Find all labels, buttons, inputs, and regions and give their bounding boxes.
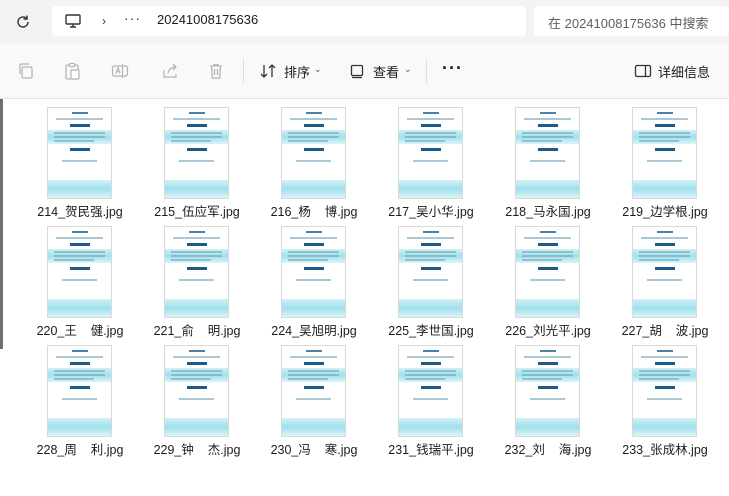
copy-icon: [19, 63, 33, 79]
details-pane-icon: [634, 64, 652, 78]
rename-icon: [111, 64, 129, 78]
breadcrumb-separator: ›: [102, 14, 106, 28]
image-thumbnail: [47, 345, 112, 437]
command-bar: 排序 ⌄ 查看 ⌄ ··· 详细信息: [0, 44, 729, 99]
image-thumbnail: [632, 345, 697, 437]
paste-button[interactable]: [62, 61, 82, 81]
file-item[interactable]: 232_刘 海.jpg: [490, 337, 606, 457]
details-label: 详细信息: [658, 65, 711, 80]
paste-icon: [65, 62, 80, 80]
file-name: 233_张成林.jpg: [622, 443, 708, 457]
details-pane-button[interactable]: 详细信息: [630, 44, 726, 98]
refresh-icon: [17, 15, 29, 28]
chevron-down-icon: ⌄: [404, 64, 412, 74]
delete-button[interactable]: [206, 61, 226, 81]
image-thumbnail: [398, 107, 463, 199]
share-button[interactable]: [160, 61, 180, 81]
file-item[interactable]: 233_张成林.jpg: [607, 337, 723, 457]
more-options-button[interactable]: ···: [442, 58, 463, 79]
file-item[interactable]: 230_冯 寒.jpg: [256, 337, 372, 457]
sort-icon: [260, 64, 276, 78]
copy-button[interactable]: [16, 61, 36, 81]
refresh-button[interactable]: [10, 9, 36, 35]
file-item[interactable]: 217_吴小华.jpg: [373, 99, 489, 219]
breadcrumb-current-folder[interactable]: 20241008175636: [157, 12, 258, 27]
address-bar: › ··· 20241008175636 在 20241008175636 中搜…: [0, 0, 729, 44]
share-icon: [163, 63, 177, 78]
chevron-down-icon: ⌄: [314, 64, 322, 74]
file-item[interactable]: 229_钟 杰.jpg: [139, 337, 255, 457]
file-name: 229_钟 杰.jpg: [153, 443, 241, 457]
file-name: 228_周 利.jpg: [36, 443, 124, 457]
file-item[interactable]: 231_钱瑞平.jpg: [373, 337, 489, 457]
toolbar-divider: [243, 58, 244, 84]
image-thumbnail: [632, 107, 697, 199]
image-thumbnail: [47, 226, 112, 318]
image-thumbnail: [281, 226, 346, 318]
file-item[interactable]: 226_刘光平.jpg: [490, 218, 606, 338]
image-thumbnail: [515, 345, 580, 437]
file-item[interactable]: 221_俞 明.jpg: [139, 218, 255, 338]
rename-button[interactable]: [110, 61, 130, 81]
file-item[interactable]: 227_胡 波.jpg: [607, 218, 723, 338]
image-thumbnail: [47, 107, 112, 199]
toolbar-divider: [426, 58, 427, 84]
file-item[interactable]: 220_王 健.jpg: [22, 218, 138, 338]
view-icon: [350, 64, 364, 79]
address-box[interactable]: › ··· 20241008175636: [52, 6, 526, 36]
image-thumbnail: [398, 226, 463, 318]
file-grid: 214_贺民强.jpg 215_伍应军.jpg 216_杨 博.jpg 217_吴小华…: [0, 99, 729, 496]
image-thumbnail: [281, 107, 346, 199]
view-label: 查看: [373, 65, 400, 80]
breadcrumb-overflow-button[interactable]: ···: [124, 10, 141, 26]
file-item[interactable]: 214_贺民强.jpg: [22, 99, 138, 219]
file-item[interactable]: 228_周 利.jpg: [22, 337, 138, 457]
image-thumbnail: [515, 107, 580, 199]
sort-label: 排序: [284, 65, 311, 80]
search-placeholder: 在 20241008175636 中搜索: [548, 16, 709, 31]
file-item[interactable]: 215_伍应军.jpg: [139, 99, 255, 219]
image-thumbnail: [515, 226, 580, 318]
this-pc-icon: [64, 12, 82, 30]
trash-icon: [210, 63, 222, 79]
image-thumbnail: [164, 226, 229, 318]
file-name: 231_钱瑞平.jpg: [388, 443, 474, 457]
file-item[interactable]: 225_李世国.jpg: [373, 218, 489, 338]
image-thumbnail: [281, 345, 346, 437]
view-button[interactable]: 查看 ⌄: [346, 44, 416, 98]
sort-button[interactable]: 排序 ⌄: [256, 44, 326, 98]
image-thumbnail: [164, 345, 229, 437]
image-thumbnail: [398, 345, 463, 437]
file-item[interactable]: 224_吴旭明.jpg: [256, 218, 372, 338]
image-thumbnail: [632, 226, 697, 318]
file-item[interactable]: 218_马永国.jpg: [490, 99, 606, 219]
file-name: 230_冯 寒.jpg: [270, 443, 358, 457]
file-name: 232_刘 海.jpg: [504, 443, 592, 457]
file-item[interactable]: 216_杨 博.jpg: [256, 99, 372, 219]
search-input[interactable]: 在 20241008175636 中搜索: [534, 6, 729, 36]
image-thumbnail: [164, 107, 229, 199]
file-item[interactable]: 219_边学根.jpg: [607, 99, 723, 219]
